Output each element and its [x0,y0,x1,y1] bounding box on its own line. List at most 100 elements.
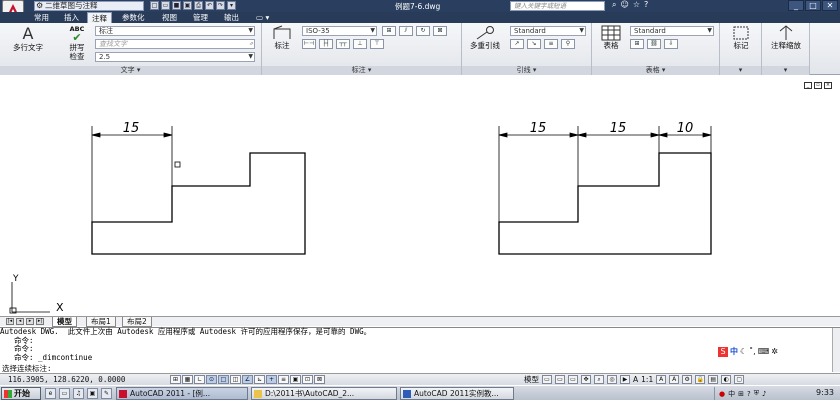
saveas-icon[interactable]: ▣ [183,1,192,10]
layout-view-icon[interactable]: ▭ [568,375,578,384]
qp-toggle[interactable]: ⊡ [302,375,313,384]
mleader-style-dropdown[interactable]: Standard ▼ [510,26,586,36]
table-style-dropdown[interactable]: Standard ▼ [630,26,714,36]
dim-break-icon[interactable]: ⊥ [353,39,367,49]
tab-annotate[interactable]: 注释 [87,12,112,23]
annotation-visibility-icon[interactable]: A [656,375,667,384]
ducs-toggle[interactable]: ⊾ [254,375,265,384]
dim-space-icon[interactable]: ⊤ [370,39,384,49]
table-button[interactable]: 表格 [596,25,626,50]
keyboard-icon[interactable]: ⌨ [758,347,770,357]
model-space-label[interactable]: 模型 [524,375,539,384]
dimstyle-dropdown[interactable]: ISO-35 ▼ [302,26,377,36]
plot-icon[interactable]: ⎙ [194,1,203,10]
otrack-toggle[interactable]: ∠ [242,375,253,384]
steering-wheel-icon[interactable]: ◎ [607,375,617,384]
first-layout-button[interactable]: |◂ [6,318,14,325]
undo-icon[interactable]: ↶ [205,1,214,10]
next-layout-button[interactable]: ▸ [26,318,34,325]
lock-icon[interactable]: 🔒 [695,375,706,384]
polar-toggle[interactable]: ⊙ [206,375,217,384]
panel-title-dimensions[interactable]: 标注 ▾ [262,66,461,75]
taskbar-button-autocad[interactable]: AutoCAD 2011 - [例... [116,387,248,400]
tab-output[interactable]: 输出 [220,12,243,23]
clean-screen-icon[interactable]: ▢ [734,375,745,384]
workspace-switch-icon[interactable]: ⚙ [682,375,693,384]
find-text-input[interactable]: 查找文字 ⌕ [95,39,255,49]
desktop-icon[interactable]: ▭ [59,388,70,399]
align-leader-icon[interactable]: ≡ [544,39,558,49]
tool-icon[interactable]: ✎ [101,388,112,399]
tab-parametric[interactable]: 参数化 [118,12,149,23]
tools-icon[interactable]: ✲ [771,347,778,357]
mtext-button[interactable]: A 多行文字 [8,25,48,53]
auto-scale-icon[interactable]: A [669,375,680,384]
snap-toggle[interactable]: ⊞ [170,375,181,384]
help-search-input[interactable]: 键入关键字或短语 [510,1,605,11]
remove-leader-icon[interactable]: ↘ [527,39,541,49]
zoom-icon[interactable]: ⌕ [594,375,604,384]
osnap-toggle[interactable]: □ [218,375,229,384]
qat-more-icon[interactable]: ▾ [227,1,236,10]
minimize-button[interactable]: _ [788,0,804,11]
punctuation-icon[interactable]: ˚, [749,347,756,357]
isolate-icon[interactable]: ◐ [721,375,732,384]
layout-view-icon[interactable]: ▭ [555,375,565,384]
showmotion-icon[interactable]: ▶ [620,375,630,384]
pan-icon[interactable]: ✥ [581,375,591,384]
panel-title-tables[interactable]: 表格 ▾ [592,66,719,75]
moon-icon[interactable]: ☾ [740,347,747,357]
tray-volume-icon[interactable]: ♪ [762,390,766,398]
open-folder-icon[interactable]: ▭ [161,1,170,10]
text-height-dropdown[interactable]: 2.5 ▼ [95,52,255,62]
extract-data-icon[interactable]: ⊞ [630,39,644,49]
multileader-button[interactable]: 多重引线 [466,25,504,50]
dyn-toggle[interactable]: + [266,375,277,384]
redo-icon[interactable]: ↷ [216,1,225,10]
panel-title-text[interactable]: 文字 ▾ [0,66,261,75]
spell-check-button[interactable]: ABC ✔ 拼写 检查 [62,25,92,61]
new-file-icon[interactable]: □ [150,1,159,10]
annotation-scale-value[interactable]: 1:1 [641,375,653,384]
dim-update-icon[interactable]: ↻ [416,26,430,36]
sogou-icon[interactable]: S [718,347,728,357]
workspace-dropdown[interactable]: ⚙ 二维草图与注释 [34,1,144,11]
prev-layout-button[interactable]: ◂ [16,318,24,325]
tab-more[interactable]: ▭ ▾ [252,12,273,23]
tpy-toggle[interactable]: ▣ [290,375,301,384]
media-icon[interactable]: ♫ [73,388,84,399]
tray-network-icon[interactable]: ⊞ [738,390,744,398]
help-icon[interactable]: ? [644,0,648,10]
tab-layout1[interactable]: 布局1 [86,317,116,327]
browser-icon[interactable]: e [45,388,56,399]
user-icon[interactable]: ☺ [620,0,628,10]
folder-icon[interactable]: ▣ [87,388,98,399]
dim-baseline-icon[interactable]: ┬┬ [336,39,350,49]
last-layout-button[interactable]: ▸| [36,318,44,325]
sc-toggle[interactable]: ⊠ [314,375,325,384]
add-leader-icon[interactable]: ↗ [510,39,524,49]
taskbar-button-document[interactable]: AutoCAD 2011实例教... [400,387,514,400]
tab-insert[interactable]: 插入 [60,12,83,23]
download-icon[interactable]: ⇩ [664,39,678,49]
collect-leader-icon[interactable]: ⚲ [561,39,575,49]
ime-mode-label[interactable]: 中 [730,347,738,357]
ortho-toggle[interactable]: ∟ [194,375,205,384]
text-style-dropdown[interactable]: 标注 ▼ [95,26,255,36]
hardware-accel-icon[interactable]: ▤ [708,375,719,384]
dim-continue-icon[interactable]: ├┤ [319,39,333,49]
tray-app-icon[interactable]: ● [719,390,725,398]
tab-view[interactable]: 视图 [158,12,181,23]
drawing-canvas[interactable]: _ ▫ × 15 15 15 10 Y X [0,76,840,316]
tray-help-icon[interactable]: ? [747,390,751,398]
dimension-button[interactable]: 标注 [266,25,298,50]
tab-home[interactable]: 常用 [30,12,53,23]
3dosnap-toggle[interactable]: ◫ [230,375,241,384]
command-prompt-input[interactable]: 选择连续标注: [0,364,700,373]
save-icon[interactable]: ■ [172,1,181,10]
layout-view-icon[interactable]: ▭ [542,375,552,384]
panel-title-scaling[interactable]: ▾ [762,66,809,75]
annotation-scaling-button[interactable]: 注释缩放 [764,25,808,50]
tab-model[interactable]: 模型 [52,317,77,327]
link-data-icon[interactable]: ⛓ [647,39,661,49]
